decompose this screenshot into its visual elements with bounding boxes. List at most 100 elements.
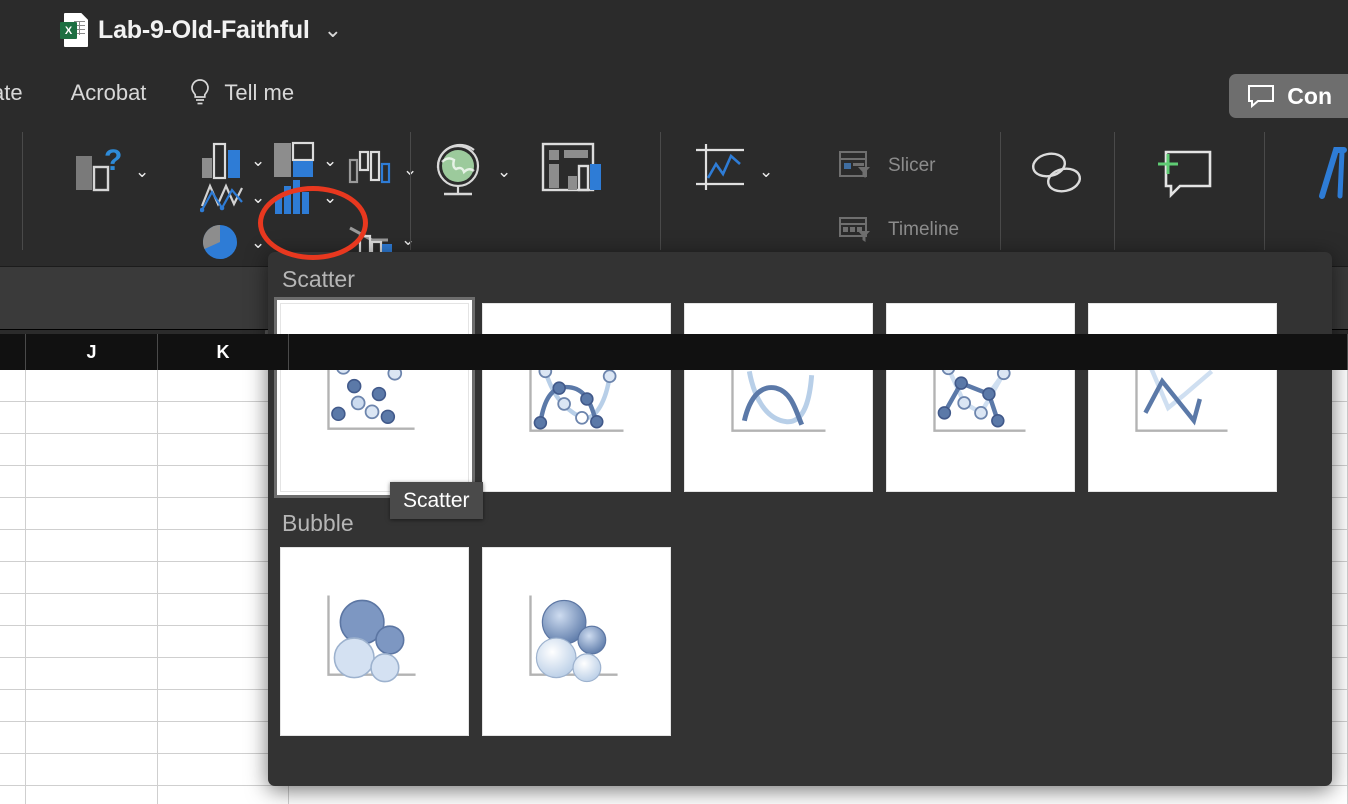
combo-chart-chevron-down-icon[interactable]: ⌄	[401, 231, 415, 248]
pivotchart-icon	[540, 142, 610, 204]
grid-cell[interactable]	[0, 754, 26, 786]
grid-cell[interactable]	[26, 530, 158, 562]
recommended-charts-chevron-down-icon[interactable]: ⌄	[135, 163, 149, 180]
recommended-charts-icon: ?	[70, 142, 128, 200]
grid-cell[interactable]	[0, 658, 26, 690]
column-chart-chevron-down-icon[interactable]: ⌄	[251, 152, 265, 169]
tell-me-button[interactable]: Tell me	[170, 78, 312, 108]
column-header-j[interactable]: J	[26, 334, 158, 370]
text-button[interactable]	[1296, 144, 1348, 206]
grid-cell[interactable]	[0, 626, 26, 658]
grid-cell[interactable]	[26, 466, 158, 498]
scatter-straight-lines-thumbnail-icon	[1089, 304, 1276, 491]
line-chart-button[interactable]: ⌄	[200, 180, 265, 214]
slicer-icon	[838, 150, 872, 182]
document-title-group[interactable]: X Lab-9-Old-Faithful ⌄	[60, 13, 342, 47]
treemap-chart-icon	[272, 140, 316, 180]
column-header-blank[interactable]	[289, 334, 1348, 370]
grid-cell[interactable]	[26, 594, 158, 626]
pie-chart-button[interactable]: ⌄	[200, 222, 265, 262]
page-title: Lab-9-Old-Faithful	[98, 16, 310, 45]
new-comment-icon	[1148, 144, 1226, 206]
line-chart-chevron-down-icon[interactable]: ⌄	[251, 189, 265, 206]
grid-cell[interactable]	[26, 498, 158, 530]
excel-document-icon: X	[60, 13, 88, 47]
statistic-chart-button[interactable]: ⌄	[272, 178, 337, 216]
scatter-smooth-lines-markers-thumbnail-icon	[483, 304, 670, 491]
gallery-item-scatter-smooth-lines-markers[interactable]	[482, 303, 671, 492]
gallery-item-scatter-straight-lines[interactable]	[1088, 303, 1277, 492]
gallery-item-bubble[interactable]	[280, 547, 469, 736]
comment-bubble-icon	[1247, 84, 1275, 108]
gallery-row-scatter	[268, 303, 1332, 492]
grid-cell[interactable]	[0, 722, 26, 754]
hierarchy-chart-button[interactable]: ⌄	[272, 140, 337, 180]
grid-cell[interactable]	[26, 690, 158, 722]
column-chart-icon	[200, 140, 244, 180]
pie-chart-chevron-down-icon[interactable]: ⌄	[251, 234, 265, 251]
ribbon-tab-strip: ate Acrobat Tell me Con	[0, 60, 1348, 126]
grid-cell[interactable]	[26, 402, 158, 434]
hierarchy-chart-chevron-down-icon[interactable]: ⌄	[323, 152, 337, 169]
column-header-k[interactable]: K	[158, 334, 289, 370]
histogram-chart-icon	[272, 178, 316, 216]
statistic-chart-chevron-down-icon[interactable]: ⌄	[323, 189, 337, 206]
column-bar-chart-button[interactable]: ⌄	[200, 140, 265, 180]
ribbon-divider	[1264, 132, 1265, 250]
grid-cell[interactable]	[26, 562, 158, 594]
grid-cell[interactable]	[0, 434, 26, 466]
grid-cell[interactable]	[0, 690, 26, 722]
column-header-row: JK	[0, 334, 1348, 370]
grid-cell[interactable]	[26, 626, 158, 658]
tooltip-scatter: Scatter	[390, 482, 483, 519]
scatter-chart-gallery: Scatter	[268, 252, 1332, 786]
gallery-item-scatter[interactable]	[280, 303, 469, 492]
comments-button[interactable]: Con	[1229, 74, 1348, 118]
tab-truncated[interactable]: ate	[0, 80, 47, 106]
gallery-row-bubble	[268, 547, 1332, 736]
grid-cell[interactable]	[0, 370, 26, 402]
grid-cell[interactable]	[158, 786, 289, 804]
ribbon-divider	[1114, 132, 1115, 250]
recommended-charts-button[interactable]: ? ⌄	[70, 142, 149, 200]
grid-cell[interactable]	[26, 658, 158, 690]
gallery-item-scatter-smooth-lines[interactable]	[684, 303, 873, 492]
sparklines-button[interactable]: ⌄	[690, 142, 773, 200]
column-header-blank[interactable]	[0, 334, 26, 370]
grid-cell[interactable]	[26, 754, 158, 786]
maps-button[interactable]: ⌄	[428, 140, 511, 202]
grid-cell[interactable]	[26, 370, 158, 402]
new-comment-button[interactable]	[1148, 144, 1226, 206]
grid-cell[interactable]	[0, 498, 26, 530]
grid-cell[interactable]	[0, 562, 26, 594]
timeline-button[interactable]: Timeline	[838, 214, 959, 246]
grid-cell[interactable]	[289, 786, 1348, 804]
grid-cell[interactable]	[0, 530, 26, 562]
ribbon-divider	[410, 132, 411, 250]
table-row[interactable]	[0, 786, 1348, 804]
slicer-button[interactable]: Slicer	[838, 150, 936, 182]
sparklines-chevron-down-icon[interactable]: ⌄	[759, 163, 773, 180]
title-chevron-down-icon[interactable]: ⌄	[324, 17, 342, 43]
timeline-caption: Timeline	[888, 217, 959, 243]
link-button[interactable]	[1028, 148, 1086, 200]
maps-chevron-down-icon[interactable]: ⌄	[497, 163, 511, 180]
tab-acrobat[interactable]: Acrobat	[47, 80, 171, 106]
gallery-item-bubble-3d[interactable]	[482, 547, 671, 736]
ribbon-divider	[22, 132, 23, 250]
grid-cell[interactable]	[0, 466, 26, 498]
grid-cell[interactable]	[26, 722, 158, 754]
bubble-thumbnail-icon	[281, 548, 468, 735]
tell-me-label: Tell me	[224, 80, 294, 106]
gallery-section-title-scatter: Scatter	[268, 252, 1332, 303]
grid-cell[interactable]	[0, 594, 26, 626]
waterfall-chart-button[interactable]: ⌄	[348, 148, 417, 190]
grid-cell[interactable]	[26, 434, 158, 466]
ribbon: ? ⌄ Recommended Charts ⌄ ⌄ ⌄	[0, 126, 1348, 266]
wordart-a-icon	[1296, 144, 1348, 206]
grid-cell[interactable]	[0, 786, 26, 804]
grid-cell[interactable]	[0, 402, 26, 434]
gallery-item-scatter-straight-lines-markers[interactable]	[886, 303, 1075, 492]
pivotchart-button[interactable]	[540, 142, 610, 204]
grid-cell[interactable]	[26, 786, 158, 804]
